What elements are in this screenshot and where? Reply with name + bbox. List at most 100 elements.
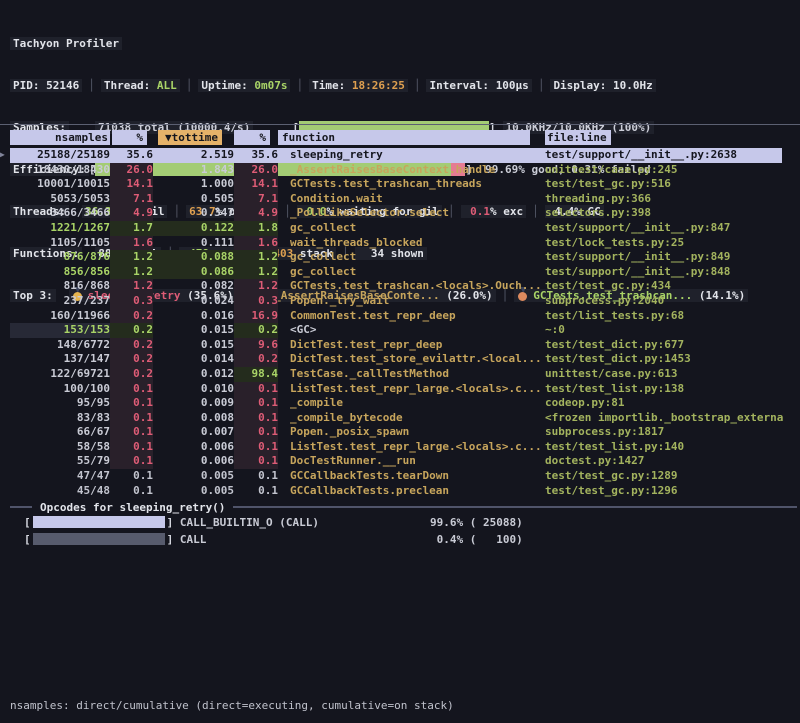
cell-function: DictTest.test_repr_deep bbox=[278, 338, 545, 353]
info-label: PID: bbox=[13, 79, 46, 92]
table-row[interactable]: 148/67720.20.0159.6DictTest.test_repr_de… bbox=[0, 338, 800, 353]
info-value: 100μs bbox=[496, 79, 529, 92]
cell-tottime: 0.006 bbox=[153, 440, 234, 455]
table-row[interactable]: 66/670.10.0070.1Popen._posix_spawnsubpro… bbox=[0, 425, 800, 440]
cell-pct-cumulative: 35.6 bbox=[234, 148, 278, 163]
table-row[interactable]: 816/8681.20.0821.2GCTests.test_trashcan.… bbox=[0, 279, 800, 294]
cell-function: DictTest.test_store_evilattr.<local... bbox=[278, 352, 545, 367]
marker-column-header bbox=[0, 130, 10, 145]
cell-nsamples: 58/58 bbox=[10, 440, 110, 455]
table-row[interactable]: 153/1530.20.0150.2<GC>~:0 bbox=[0, 323, 800, 338]
table-row[interactable]: 55/790.10.0060.1DocTestRunner.__rundocte… bbox=[0, 454, 800, 469]
table-row[interactable]: 100/1000.10.0100.1ListTest.test_repr_lar… bbox=[0, 382, 800, 397]
cell-file-line: doctest.py:1427 bbox=[545, 454, 800, 469]
cell-pct-cumulative: 16.9 bbox=[234, 309, 278, 324]
opcode-stat: 99.6% ( 25088) bbox=[430, 514, 523, 531]
row-marker bbox=[0, 309, 10, 324]
table-row[interactable]: 160/119660.20.01616.9CommonTest.test_rep… bbox=[0, 309, 800, 324]
cell-file-line: unittest/case.py:613 bbox=[545, 367, 800, 382]
row-marker bbox=[0, 440, 10, 455]
table-row[interactable]: 58/580.10.0060.1ListTest.test_repr_large… bbox=[0, 440, 800, 455]
cell-file-line: test/support/__init__.py:849 bbox=[545, 250, 800, 265]
column-header-file-line[interactable]: file:line bbox=[545, 130, 800, 145]
column-header-nsamples[interactable]: nsamples bbox=[10, 130, 110, 145]
row-marker bbox=[0, 177, 10, 192]
table-row[interactable]: 5053/50537.10.5057.1Condition.waitthread… bbox=[0, 192, 800, 207]
cell-pct-direct: 0.2 bbox=[110, 352, 153, 367]
table-row[interactable]: 95/950.10.0090.1_compilecodeop.py:81 bbox=[0, 396, 800, 411]
cell-file-line: <frozen importlib._bootstrap_externa bbox=[545, 411, 800, 426]
info-value: ALL bbox=[157, 79, 177, 92]
table-row[interactable]: 137/1470.20.0140.2DictTest.test_store_ev… bbox=[0, 352, 800, 367]
cell-tottime: 0.082 bbox=[153, 279, 234, 294]
row-marker bbox=[0, 294, 10, 309]
cell-tottime: 0.016 bbox=[153, 309, 234, 324]
cell-nsamples: 10001/10015 bbox=[10, 177, 110, 192]
table-row[interactable]: 10001/1001514.11.00014.1GCTests.test_tra… bbox=[0, 177, 800, 192]
cell-nsamples: 5053/5053 bbox=[10, 192, 110, 207]
table-row[interactable]: 876/8761.20.0881.2gc_collecttest/support… bbox=[0, 250, 800, 265]
column-header-pct-direct[interactable]: % bbox=[110, 130, 153, 145]
cell-pct-direct: 0.1 bbox=[110, 469, 153, 484]
cell-pct-direct: 0.3 bbox=[110, 294, 153, 309]
table-row[interactable]: ▶25188/2518935.62.51935.6sleeping_retryt… bbox=[0, 148, 800, 163]
cell-pct-direct: 0.1 bbox=[110, 425, 153, 440]
opcode-name: CALL bbox=[173, 533, 206, 546]
cell-pct-direct: 0.1 bbox=[110, 396, 153, 411]
cell-pct-cumulative: 0.1 bbox=[234, 411, 278, 426]
cell-pct-cumulative: 4.9 bbox=[234, 206, 278, 221]
cell-file-line: test/support/__init__.py:847 bbox=[545, 221, 800, 236]
cell-nsamples: 153/153 bbox=[10, 323, 110, 338]
row-marker bbox=[0, 382, 10, 397]
column-header-tottime-sorted[interactable]: ▼tottime bbox=[153, 130, 234, 145]
opcode-name: CALL_BUILTIN_O (CALL) bbox=[173, 516, 319, 529]
info-label: Interval: bbox=[429, 79, 495, 92]
cell-function: wait_threads_blocked bbox=[278, 236, 545, 251]
row-marker bbox=[0, 411, 10, 426]
table-row[interactable]: 45/480.10.0050.1GCCallbackTests.preclean… bbox=[0, 484, 800, 499]
table-row[interactable]: 237/2370.30.0240.3Popen._try_waitsubproc… bbox=[0, 294, 800, 309]
cell-nsamples: 55/79 bbox=[10, 454, 110, 469]
cell-function: CommonTest.test_repr_deep bbox=[278, 309, 545, 324]
table-row[interactable]: 3466/34664.90.3474.9_PollLikeSelector.se… bbox=[0, 206, 800, 221]
row-marker bbox=[0, 250, 10, 265]
info-item: Interval: 100μs bbox=[426, 79, 531, 92]
cell-tottime: 0.014 bbox=[153, 352, 234, 367]
table-row[interactable]: 122/697210.20.01298.4TestCase._callTestM… bbox=[0, 367, 800, 382]
row-marker bbox=[0, 192, 10, 207]
cell-pct-direct: 14.1 bbox=[110, 177, 153, 192]
table-row[interactable]: 1221/12671.70.1221.8gc_collecttest/suppo… bbox=[0, 221, 800, 236]
cell-tottime: 0.088 bbox=[153, 250, 234, 265]
table-row[interactable]: 18430/1843026.01.84326.0_AssertRaisesBas… bbox=[0, 163, 800, 178]
column-header-pct-cumulative[interactable]: % bbox=[234, 130, 278, 145]
cell-nsamples: 876/876 bbox=[10, 250, 110, 265]
cell-pct-cumulative: 1.2 bbox=[234, 250, 278, 265]
cell-tottime: 0.005 bbox=[153, 469, 234, 484]
cell-tottime: 0.111 bbox=[153, 236, 234, 251]
table-row[interactable]: 47/470.10.0050.1GCCallbackTests.tearDown… bbox=[0, 469, 800, 484]
cell-nsamples: 237/237 bbox=[10, 294, 110, 309]
cell-file-line: test/support/__init__.py:2638 bbox=[545, 148, 800, 163]
info-label: Display: bbox=[553, 79, 613, 92]
row-marker bbox=[0, 367, 10, 382]
cell-function: gc_collect bbox=[278, 221, 545, 236]
info-label: Thread: bbox=[104, 79, 157, 92]
bar-open-bracket: [ bbox=[24, 533, 31, 546]
row-marker bbox=[0, 454, 10, 469]
table-row[interactable]: 856/8561.20.0861.2gc_collecttest/support… bbox=[0, 265, 800, 280]
table-row[interactable]: 83/830.10.0080.1_compile_bytecode<frozen… bbox=[0, 411, 800, 426]
cell-tottime: 0.010 bbox=[153, 382, 234, 397]
table-row[interactable]: 1105/11051.60.1111.6wait_threads_blocked… bbox=[0, 236, 800, 251]
separator: │ bbox=[186, 79, 193, 92]
column-header-function[interactable]: function bbox=[278, 130, 545, 145]
opcodes-header: Opcodes for sleeping_retry() bbox=[0, 500, 800, 514]
opcode-item: [] CALL_BUILTIN_O (CALL)99.6% ( 25088) bbox=[24, 514, 800, 531]
cell-file-line: test/test_gc.py:1296 bbox=[545, 484, 800, 499]
opcodes-section: Opcodes for sleeping_retry() [] CALL_BUI… bbox=[0, 500, 800, 548]
cell-pct-cumulative: 0.1 bbox=[234, 440, 278, 455]
opcodes-title: Opcodes for sleeping_retry() bbox=[40, 501, 225, 514]
row-marker: ▶ bbox=[0, 148, 10, 163]
opcode-stat: 0.4% ( 100) bbox=[430, 531, 523, 548]
cell-file-line: test/test_list.py:140 bbox=[545, 440, 800, 455]
cell-function: _PollLikeSelector.select bbox=[278, 206, 545, 221]
